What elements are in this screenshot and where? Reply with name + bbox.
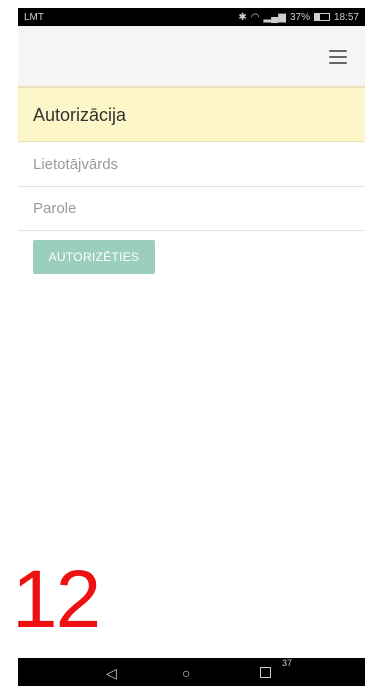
clock: 18:57	[333, 11, 359, 23]
panel-heading: Autorizācija	[18, 88, 365, 142]
battery-fill	[314, 14, 321, 20]
status-icons: ✱ ◠ ▂▄▆ 37% 18:57	[238, 12, 359, 23]
battery-icon	[313, 13, 330, 21]
recent-badge: 37	[282, 658, 293, 668]
carrier-label: LMT	[24, 11, 44, 23]
password-input[interactable]	[33, 187, 333, 229]
hamburger-line	[329, 62, 347, 64]
login-button[interactable]: AUTORIZĒTIES	[33, 240, 155, 274]
top-navbar	[18, 26, 365, 88]
page-title: Autorizācija	[33, 105, 127, 125]
username-input[interactable]	[33, 143, 333, 185]
signal-icon: ▂▄▆	[263, 11, 286, 23]
hamburger-line	[329, 56, 347, 58]
password-field-row	[18, 187, 365, 231]
hamburger-menu-icon[interactable]	[329, 50, 347, 64]
hamburger-line	[329, 50, 347, 52]
recent-square-icon[interactable]	[260, 665, 271, 681]
battery-percent: 37%	[289, 11, 310, 23]
username-field-row	[18, 143, 365, 187]
wifi-icon: ◠	[250, 11, 260, 23]
back-triangle-icon[interactable]: ◁	[106, 665, 117, 682]
bluetooth-icon: ✱	[238, 11, 247, 23]
system-navigation-bar: ◁ ○ 37	[18, 658, 365, 686]
status-bar: LMT ✱ ◠ ▂▄▆ 37% 18:57	[18, 8, 365, 26]
step-number-annotation: 12	[12, 554, 101, 645]
home-circle-icon[interactable]: ○	[182, 665, 190, 681]
